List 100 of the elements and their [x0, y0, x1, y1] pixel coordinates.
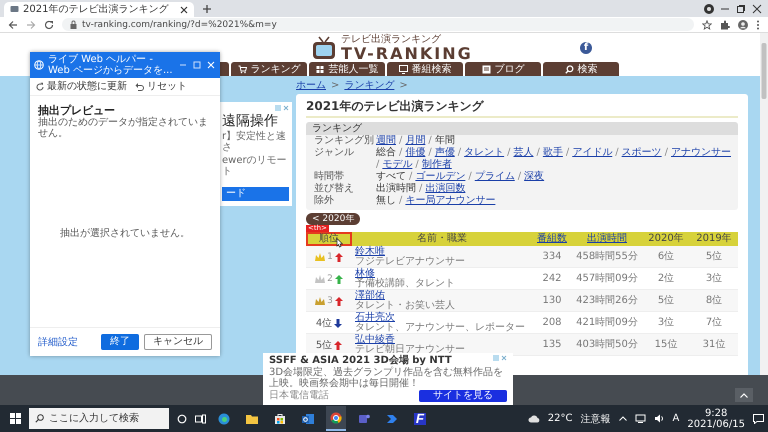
separator: / — [566, 147, 570, 159]
filter-link[interactable]: 月間 — [405, 135, 426, 147]
filter-link[interactable]: 俳優 — [405, 147, 426, 159]
account-icon[interactable] — [738, 20, 748, 30]
filter-link[interactable]: スポーツ — [622, 147, 662, 159]
up-arrow-icon — [334, 296, 343, 306]
ad-button[interactable]: サイトを見る — [419, 390, 507, 402]
filter-link[interactable]: 制作者 — [422, 159, 452, 171]
filter-label: ジャンル — [314, 147, 355, 160]
lock-icon — [70, 20, 77, 29]
windows-icon[interactable] — [10, 413, 21, 424]
column-header: 順位 — [306, 232, 352, 246]
filter-link[interactable]: 週間 — [376, 135, 396, 147]
filter-option: 無し — [376, 195, 396, 207]
empty-message: 抽出が選択されていません。 — [59, 226, 191, 241]
taskbar-app[interactable]: F — [410, 406, 430, 431]
filter-link[interactable]: タレント — [464, 147, 504, 159]
taskbar-app[interactable] — [326, 406, 346, 431]
browser-tab[interactable]: 2021年のテレビ出演ランキング — [4, 2, 194, 17]
cart-icon — [238, 64, 246, 74]
puzzle-icon[interactable] — [720, 20, 730, 30]
nav-tab[interactable]: 番組検索 — [387, 62, 463, 76]
address-field[interactable]: tv-ranking.com/ranking/?d=%2021%&m=y — [62, 18, 694, 31]
column-header: 名前・職業 — [352, 232, 532, 246]
nav-tab[interactable]: ランキング — [231, 62, 307, 76]
logo-text[interactable]: TV-RANKING — [341, 46, 473, 62]
new-tab-icon[interactable] — [202, 4, 212, 14]
shopping-bag-icon — [274, 412, 286, 424]
globe-icon — [34, 60, 44, 70]
ad-button[interactable]: ード — [222, 187, 289, 201]
filter-link[interactable]: 芸人 — [514, 147, 534, 159]
refresh-button[interactable]: 最新の状態に更新 — [35, 80, 127, 93]
separator: / — [399, 135, 402, 147]
chevron-up-icon[interactable] — [618, 416, 627, 421]
breadcrumb-link[interactable]: ホーム — [296, 78, 326, 92]
filter-link[interactable]: プライム — [474, 171, 515, 183]
filter-link[interactable]: アナウンサー — [671, 147, 731, 159]
menu-icon[interactable] — [756, 20, 760, 30]
ad-title[interactable]: SSFF & ASIA 2021 3D会場 by NTT — [269, 355, 452, 367]
nav-tab[interactable]: 芸能人一覧 — [309, 62, 385, 76]
separator: / — [458, 147, 462, 159]
folder-icon — [246, 412, 258, 424]
person-link[interactable]: 弘中綾香 — [355, 335, 395, 345]
filter-link[interactable]: 歌手 — [542, 147, 563, 159]
speaker-icon[interactable] — [654, 414, 665, 423]
search-field[interactable]: ここに入力して検索 — [29, 408, 169, 429]
circle-icon[interactable] — [177, 414, 187, 424]
cancel-button[interactable]: キャンセル — [144, 334, 212, 350]
star-icon[interactable] — [702, 20, 712, 30]
table-cell: 31位 — [690, 334, 738, 356]
close-icon[interactable] — [180, 6, 188, 14]
task-view-icon[interactable] — [195, 414, 206, 424]
rank-text: 5位 — [316, 339, 332, 352]
person-link[interactable]: 澤部佑 — [355, 291, 385, 301]
settings-link[interactable]: 詳細設定 — [38, 335, 78, 349]
filter-link[interactable]: ゴールデン — [415, 171, 466, 183]
finish-button[interactable]: 終了 — [101, 334, 139, 350]
browser-icon — [330, 412, 342, 424]
person-link[interactable]: 石井亮次 — [355, 313, 395, 323]
reload-icon[interactable] — [44, 20, 54, 30]
occupation-text: タレント、アナウンサー、レポーター — [355, 323, 526, 333]
occupation-text: 予備校講師、タレント — [355, 279, 456, 289]
separator: / — [409, 171, 412, 183]
breadcrumb-link[interactable]: ランキング — [344, 78, 394, 92]
down-arrow-icon — [334, 318, 342, 328]
ad-text: 3D会場限定、過去グランプリ作品を含む無料作品を上映。映画祭会期中は毎日開催！ — [269, 367, 504, 389]
separator: / — [399, 195, 402, 207]
input-mode-text[interactable]: A — [672, 413, 680, 424]
nav-tab[interactable]: 検索 — [543, 62, 619, 76]
filter-link[interactable]: アイドル — [572, 147, 612, 159]
reset-button[interactable]: リセット — [135, 80, 187, 93]
breadcrumb-separator: > — [399, 80, 408, 90]
scroll-top-button[interactable] — [735, 388, 753, 402]
ad-text: ewerのリモート — [222, 155, 288, 177]
person-link[interactable]: 林修 — [355, 269, 375, 279]
filter-link[interactable]: 声優 — [434, 147, 455, 159]
preview-heading: 抽出プレビュー — [38, 104, 116, 117]
occupation-text: フジテレビアナウンサー — [355, 257, 466, 267]
maximize-icon[interactable] — [736, 4, 746, 14]
notification-icon[interactable] — [753, 414, 764, 424]
filter-link[interactable]: モデル — [382, 159, 412, 171]
filter-link[interactable]: 深夜 — [524, 171, 544, 183]
nav-tab[interactable]: ブログ — [465, 62, 541, 76]
window-title: ライブ Web ヘルパー - Web ページからデータを... — [48, 54, 174, 76]
social-link[interactable]: f — [580, 42, 592, 54]
column-header: 2020年 — [642, 232, 690, 246]
back-icon[interactable] — [8, 20, 18, 30]
previous-year-button[interactable]: < 2020年 — [306, 213, 360, 225]
column-header[interactable]: 出演時間 — [572, 232, 642, 246]
up-arrow-icon — [334, 340, 342, 350]
search-icon — [35, 414, 44, 423]
preview-subtitle: 抽出のためのデータが指定されていません。 — [38, 117, 209, 139]
undo-icon — [135, 82, 144, 91]
filter-link[interactable]: キー局アナウンサー — [405, 195, 496, 207]
tv-icon — [312, 36, 336, 60]
column-header[interactable]: 番組数 — [532, 232, 572, 246]
person-link[interactable]: 鈴木唯 — [355, 247, 385, 257]
table-cell: 135 — [532, 334, 572, 356]
filter-link[interactable]: 出演回数 — [425, 183, 466, 195]
close-icon[interactable] — [752, 4, 762, 14]
